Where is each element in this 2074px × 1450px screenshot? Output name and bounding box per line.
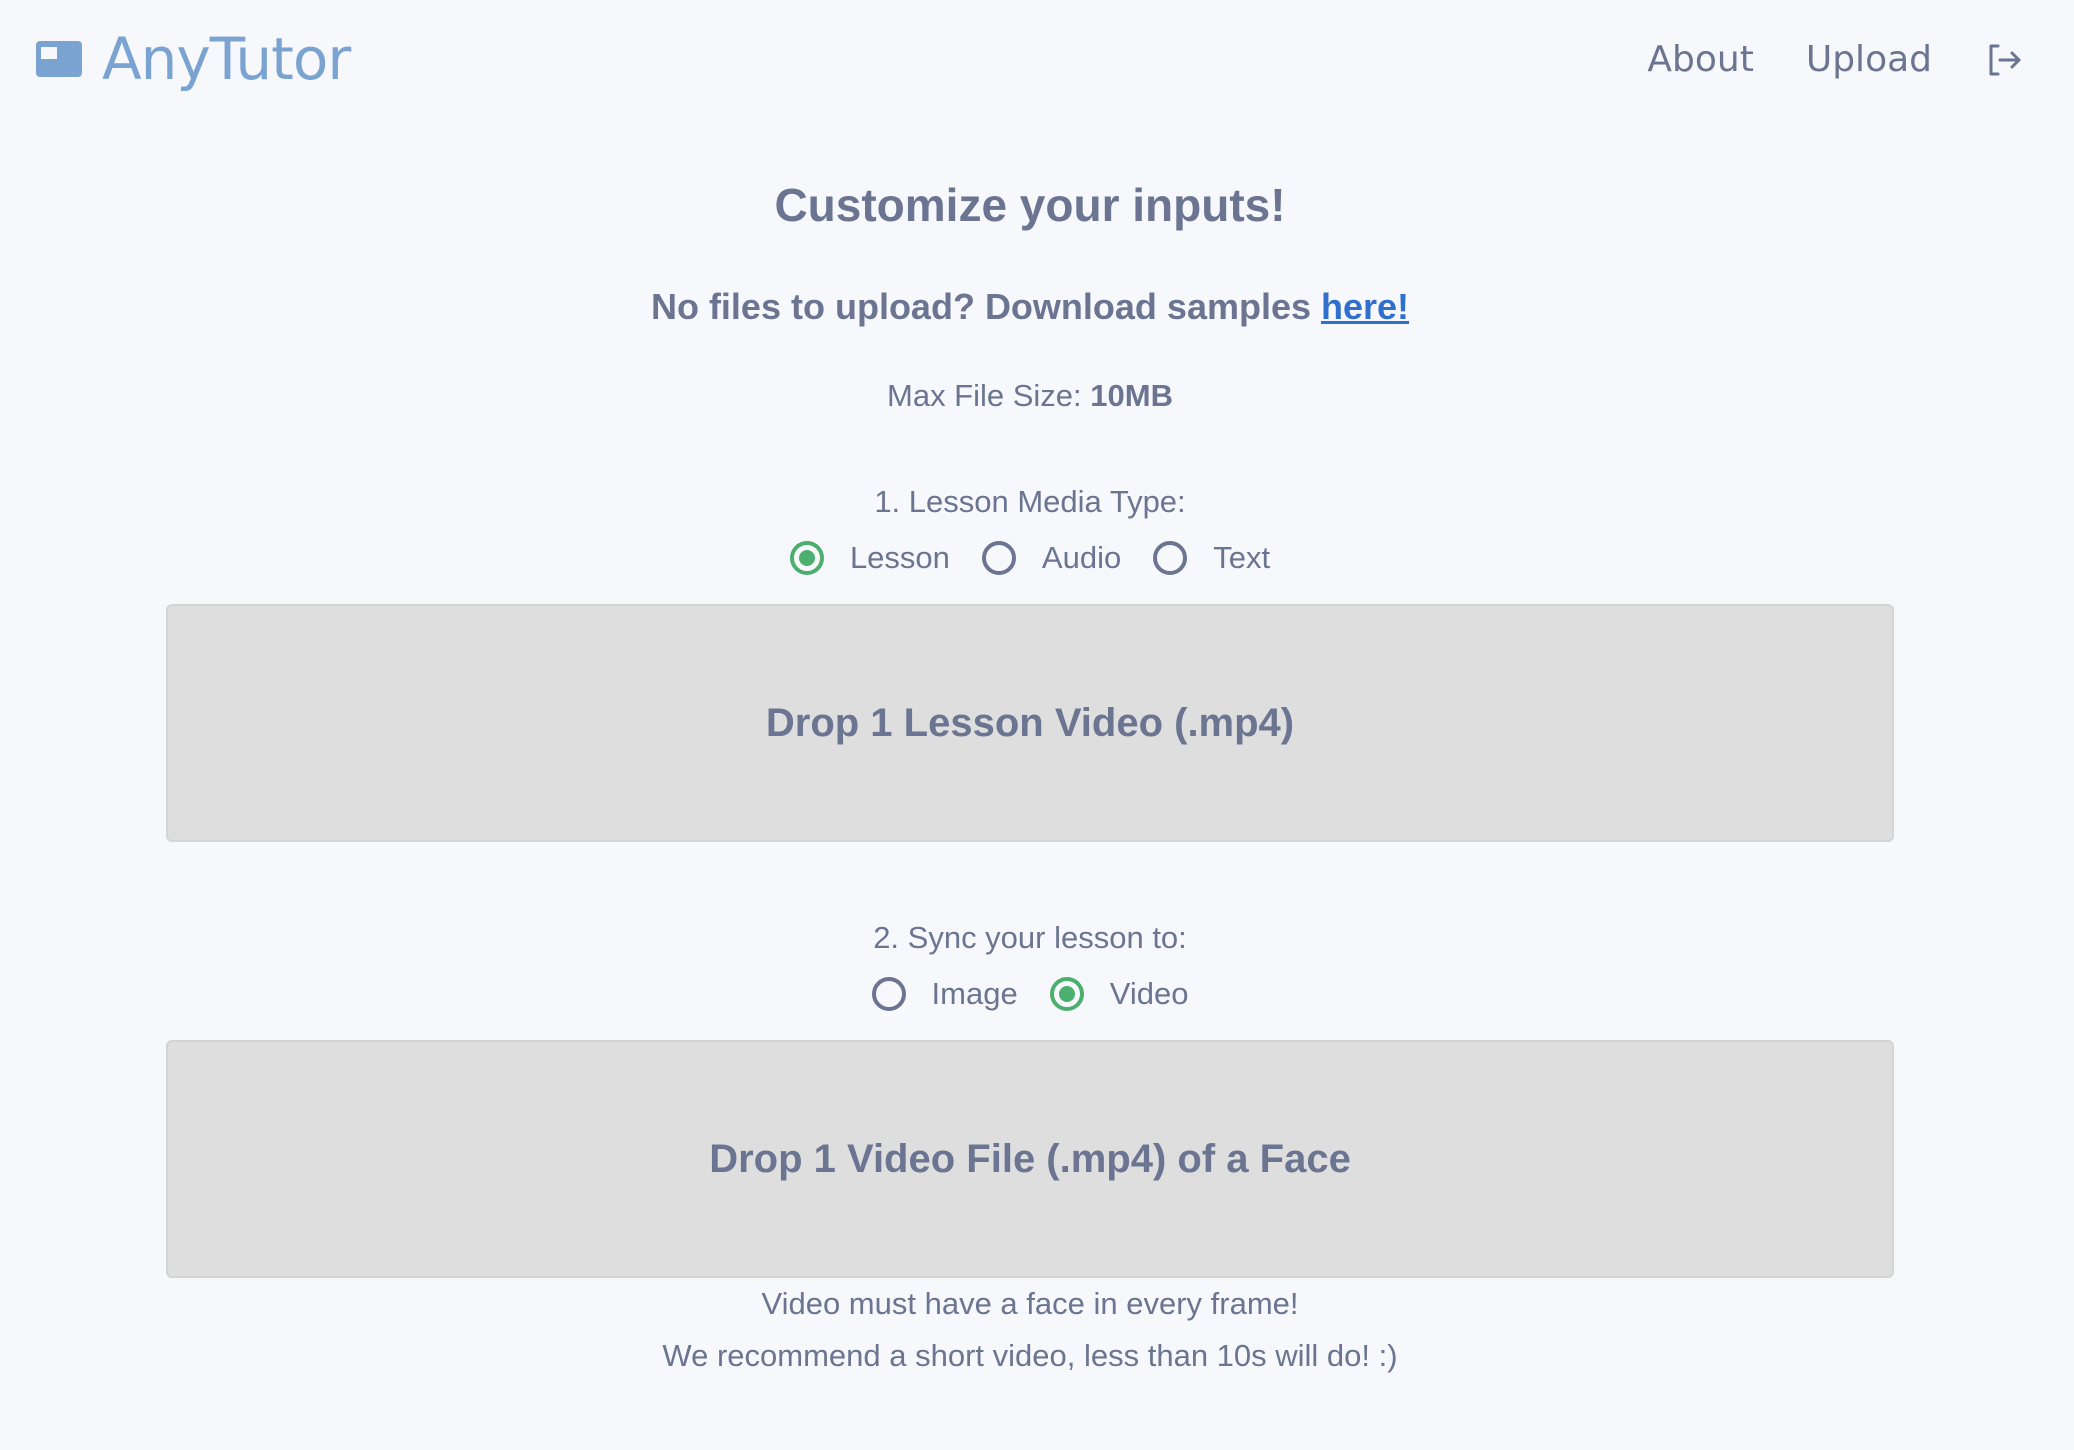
radio-video[interactable]: Video bbox=[1049, 976, 1189, 1012]
radio-lesson-indicator[interactable] bbox=[789, 541, 824, 575]
radio-lesson[interactable]: Lesson bbox=[789, 540, 950, 576]
radio-lesson-label: Lesson bbox=[849, 540, 950, 575]
page-title: Customize your inputs! bbox=[774, 179, 1286, 231]
radio-video-label: Video bbox=[1109, 976, 1189, 1011]
samples-download-link[interactable]: here! bbox=[1321, 286, 1409, 327]
radio-text-label: Text bbox=[1213, 540, 1271, 575]
samples-line: No files to upload? Download samples her… bbox=[0, 286, 2060, 328]
radio-image[interactable]: Image bbox=[871, 976, 1018, 1012]
radio-audio-label: Audio bbox=[1041, 540, 1122, 575]
logout-icon[interactable] bbox=[1984, 40, 2024, 80]
sync-lesson-radio-group: Image Video bbox=[0, 976, 2060, 1012]
face-video-dropzone-text: Drop 1 Video File (.mp4) of a Face bbox=[709, 1136, 1351, 1181]
max-file-size: Max File Size: 10MB bbox=[0, 378, 2060, 414]
lesson-media-type-radio-group: Lesson Audio Text bbox=[0, 540, 2060, 576]
radio-text[interactable]: Text bbox=[1153, 540, 1270, 576]
lesson-media-type-label: 1. Lesson Media Type: bbox=[874, 484, 1186, 519]
navbar: AnyTutor About Upload bbox=[0, 0, 2074, 120]
lesson-dropzone-text: Drop 1 Lesson Video (.mp4) bbox=[765, 700, 1295, 745]
brand-link[interactable]: AnyTutor bbox=[36, 24, 351, 94]
nav-about-link[interactable]: About bbox=[1647, 34, 1753, 86]
short-video-recommendation-note: We recommend a short video, less than 10… bbox=[662, 1338, 1398, 1373]
nav-upload-link[interactable]: Upload bbox=[1806, 34, 1932, 86]
nav-links: About Upload bbox=[1595, 34, 2024, 86]
brand-name: AnyTutor bbox=[102, 25, 351, 93]
max-size-label: Max File Size: bbox=[887, 378, 1091, 413]
radio-audio[interactable]: Audio bbox=[981, 540, 1122, 576]
samples-text: No files to upload? Download samples bbox=[650, 286, 1322, 327]
radio-image-label: Image bbox=[931, 976, 1018, 1011]
max-size-value: 10MB bbox=[1090, 378, 1173, 413]
face-requirement-note: Video must have a face in every frame! bbox=[761, 1286, 1299, 1321]
lesson-dropzone[interactable]: Drop 1 Lesson Video (.mp4) bbox=[166, 604, 1894, 842]
radio-video-indicator[interactable] bbox=[1049, 977, 1084, 1011]
sync-lesson-label: 2. Sync your lesson to: bbox=[873, 920, 1187, 955]
radio-text-indicator[interactable] bbox=[1153, 541, 1188, 575]
radio-audio-indicator[interactable] bbox=[981, 541, 1016, 575]
window-icon bbox=[36, 41, 82, 77]
face-video-dropzone[interactable]: Drop 1 Video File (.mp4) of a Face bbox=[166, 1040, 1894, 1278]
radio-image-indicator[interactable] bbox=[871, 977, 906, 1011]
